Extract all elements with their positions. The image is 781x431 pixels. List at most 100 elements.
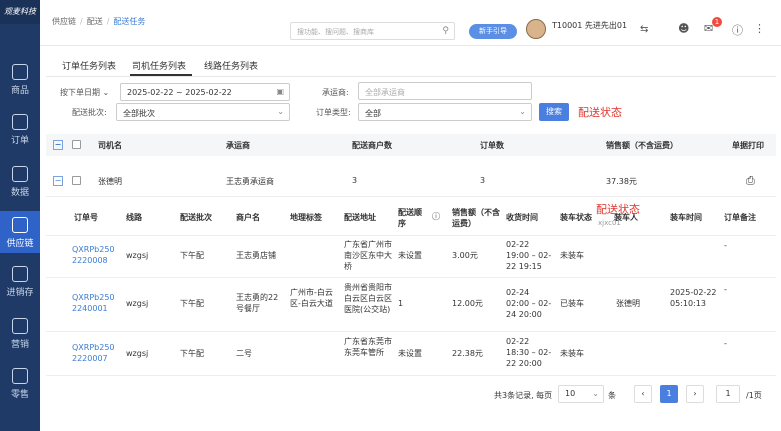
driver-name: 张德明: [98, 177, 122, 186]
more-icon[interactable]: ⋮: [754, 22, 765, 35]
col-batch: 配送批次: [180, 213, 212, 222]
col-remark: 订单备注: [724, 213, 756, 222]
global-search-input[interactable]: 搜功能、搜问题、搜商库 ⚲: [290, 22, 455, 40]
order-count: 3: [480, 176, 486, 185]
receive-time: 02-22 19:00 – 02-22 19:15: [506, 240, 552, 271]
retail-icon: [12, 368, 28, 384]
collapse-row-icon[interactable]: −: [53, 176, 63, 186]
col-route: 线路: [126, 213, 142, 222]
carrier-label: 承运商:: [322, 88, 349, 97]
table-row: − 张德明 王志勇承运商 3 3 37.38元 ⎙: [46, 167, 776, 197]
sidebar-item-supply-chain[interactable]: 供应链: [0, 211, 40, 253]
annotation-delivery-status: 配送状态: [596, 203, 640, 216]
carrier-name: 王志勇承运商: [226, 177, 274, 186]
help-icon[interactable]: ⓘ: [732, 22, 743, 38]
inventory-icon: [12, 266, 28, 282]
batch: 下午配: [180, 349, 204, 358]
breadcrumb-delivery[interactable]: 配送: [87, 17, 103, 26]
sidebar-item-retail[interactable]: 零售: [0, 368, 40, 406]
sidebar-item-orders[interactable]: 订单: [0, 114, 40, 152]
col-receive-time: 收货时间: [506, 213, 538, 222]
page-number-current[interactable]: 1: [660, 385, 678, 403]
sidebar-item-data[interactable]: 数据: [0, 166, 40, 204]
col-merchant: 商户名: [236, 213, 260, 222]
batch-select[interactable]: 全部批次 ⌄: [116, 103, 290, 121]
breadcrumb-supply-chain[interactable]: 供应链: [52, 17, 76, 26]
col-sales: 销售额（不含运费）: [452, 208, 500, 228]
sub-table-header: 订单号 线路 配送批次 商户名 地理标签 配送地址 配送顺序 ⓘ 销售额（不含运…: [46, 198, 776, 236]
col-driver: 司机名: [98, 141, 122, 150]
merchant: 二号: [236, 349, 252, 358]
tab-driver-tasks[interactable]: 司机任务列表: [132, 59, 186, 72]
collapse-all-icon[interactable]: −: [53, 140, 63, 150]
merchant-count: 3: [352, 176, 358, 185]
date-range-input[interactable]: 2025-02-22 ~ 2025-02-22 ▣: [120, 83, 290, 101]
row-checkbox[interactable]: [72, 176, 81, 185]
load-status: 已装车: [560, 299, 584, 308]
loader: 张德明: [616, 299, 640, 308]
carrier-select[interactable]: 全部承运商: [358, 82, 532, 100]
load-time: 2025-02-22 05:10:13: [670, 288, 717, 308]
tab-route-tasks[interactable]: 线路任务列表: [204, 59, 258, 72]
marketing-icon: [12, 318, 28, 334]
order-no-link[interactable]: QXRPb2502220008: [72, 244, 118, 266]
switch-icon[interactable]: ⇆: [640, 24, 648, 35]
col-sales: 销售额（不含运费）: [606, 141, 678, 150]
order-no-link[interactable]: QXRPb2502240001: [72, 292, 118, 314]
load-status: 未装车: [560, 251, 584, 260]
order-type-select[interactable]: 全部 ⌄: [358, 103, 532, 121]
chevron-down-icon: ⌄: [592, 389, 599, 398]
col-carrier: 承运商: [226, 141, 250, 150]
batch: 下午配: [180, 251, 204, 260]
sidebar-item-marketing[interactable]: 营销: [0, 318, 40, 356]
user-name: T10001 先进先出01: [552, 21, 628, 30]
route: wzgsj: [126, 251, 149, 260]
tab-order-tasks[interactable]: 订单任务列表: [62, 59, 116, 72]
chevron-down-icon: ⌄: [277, 107, 284, 116]
top-bar: 供应链 / 配送 / 配送任务 搜功能、搜问题、搜商库 ⚲ 新手引导 T10001 先进先…: [40, 0, 781, 227]
col-order-count: 订单数: [480, 141, 504, 150]
chevron-down-icon: ⌄: [102, 88, 110, 97]
sidebar-item-goods[interactable]: 商品: [0, 64, 40, 102]
page-size-select[interactable]: 10 ⌄: [558, 385, 604, 403]
select-all-checkbox[interactable]: [72, 140, 81, 149]
table-row: QXRPb2502220007 wzgsj 下午配 二号 广东省东莞市东莞车管所…: [46, 332, 776, 376]
date-type-select[interactable]: 按下单日期 ⌄: [60, 87, 109, 98]
sidebar-item-inventory[interactable]: 进销存: [0, 266, 40, 304]
help-icon[interactable]: ⓘ: [432, 211, 440, 222]
search-button[interactable]: 搜索: [539, 103, 569, 121]
prev-page-button[interactable]: ‹: [634, 385, 652, 403]
col-seq: 配送顺序: [398, 208, 422, 228]
address: 广东省东莞市东莞车管所: [344, 337, 392, 357]
col-print: 单据打印: [732, 141, 764, 150]
search-icon: ⚲: [442, 26, 449, 36]
brand-logo: 观麦科技: [0, 0, 40, 24]
bag-icon: [12, 64, 28, 80]
route: wzgsj: [126, 349, 149, 358]
breadcrumb: 供应链 / 配送 / 配送任务: [52, 17, 146, 26]
remark: -: [724, 285, 727, 294]
user-info[interactable]: T10001 先进先出01 xjxc01: [552, 21, 628, 227]
calendar-icon: ▣: [276, 87, 284, 96]
delivery-seq: 未设置: [398, 349, 422, 358]
pagination-summary: 共3条记录, 每页: [494, 391, 553, 400]
next-page-button[interactable]: ›: [686, 385, 704, 403]
col-load-status: 装车状态: [560, 213, 592, 222]
chart-icon: [12, 166, 28, 182]
load-status: 未装车: [560, 349, 584, 358]
total-pages: /1页: [746, 391, 762, 400]
delivery-seq: 1: [398, 299, 404, 308]
col-address: 配送地址: [344, 213, 376, 222]
table-header: − 司机名 承运商 配送商户数 订单数 销售额（不含运费） 单据打印: [46, 134, 776, 156]
receive-time: 02-22 18:30 – 02-22 20:00: [506, 337, 552, 368]
remark: -: [724, 339, 727, 348]
user-group-icon[interactable]: ☻: [678, 22, 689, 35]
page-jump-input[interactable]: 1: [716, 385, 740, 403]
col-load-time: 装车时间: [670, 213, 702, 222]
guide-button[interactable]: 新手引导: [469, 24, 517, 39]
print-icon[interactable]: ⎙: [746, 174, 755, 188]
receive-time: 02-24 02:00 – 02-24 20:00: [506, 288, 552, 319]
order-no-link[interactable]: QXRPb2502220007: [72, 342, 118, 364]
sales: 12.00元: [452, 299, 483, 308]
avatar[interactable]: [526, 19, 546, 39]
